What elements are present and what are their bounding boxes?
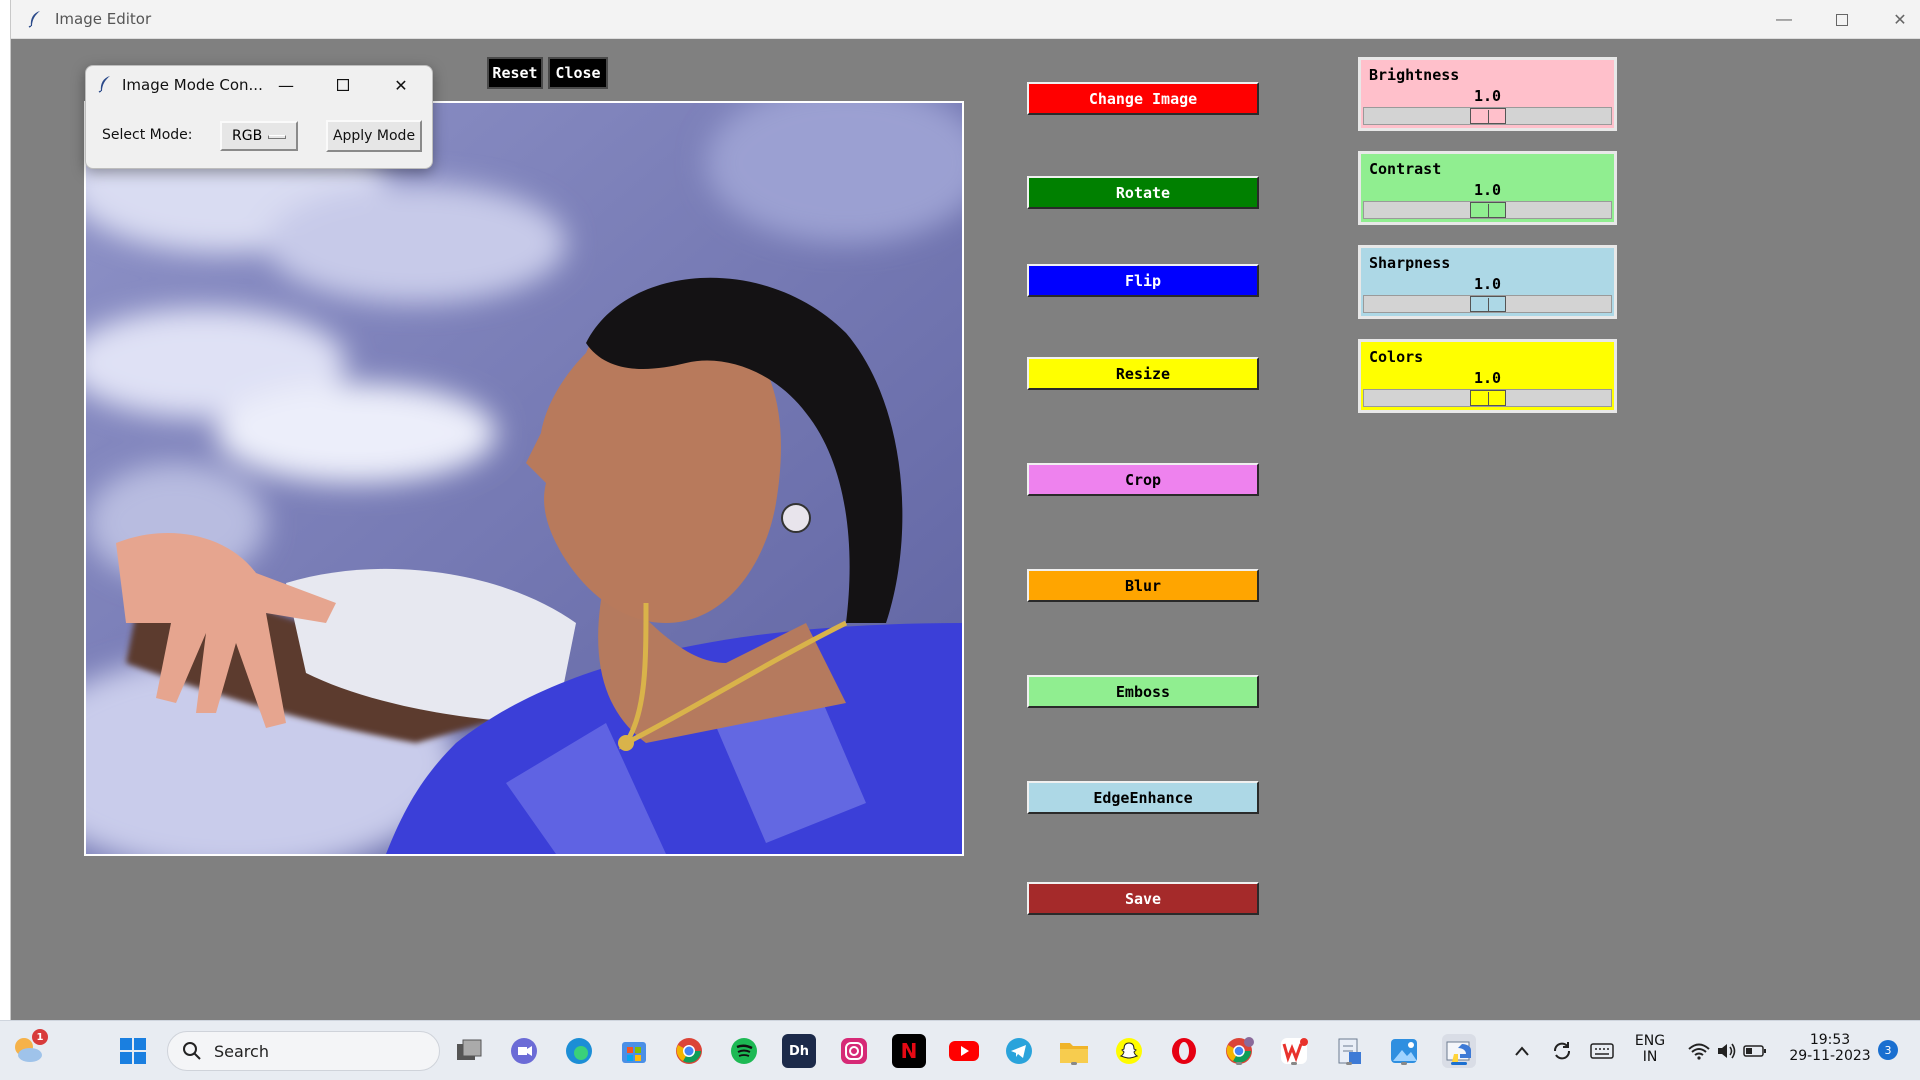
notification-badge[interactable]: 3 xyxy=(1878,1040,1898,1060)
task-view-icon[interactable] xyxy=(452,1034,486,1068)
chevron-up-icon[interactable] xyxy=(1505,1034,1539,1068)
running-indicator xyxy=(1346,1062,1352,1065)
select-mode-label: Select Mode: xyxy=(102,127,193,143)
image-canvas[interactable] xyxy=(84,101,964,856)
apply-mode-button[interactable]: Apply Mode xyxy=(326,120,422,152)
dialog-maximize-icon[interactable] xyxy=(320,70,366,100)
brightness-label: Brightness xyxy=(1369,66,1460,84)
brightness-slider-thumb[interactable] xyxy=(1470,108,1506,124)
brightness-panel: Brightness 1.0 xyxy=(1358,57,1617,131)
contrast-slider-thumb[interactable] xyxy=(1470,202,1506,218)
window-title: Image Editor xyxy=(55,10,152,28)
colors-slider-thumb[interactable] xyxy=(1470,390,1506,406)
contrast-label: Contrast xyxy=(1369,160,1442,178)
active-indicator xyxy=(1451,1062,1467,1065)
language-code: ENG xyxy=(1634,1033,1666,1049)
mode-select[interactable]: RGB xyxy=(220,121,298,151)
brightness-slider[interactable] xyxy=(1363,107,1612,125)
close-button[interactable]: Close xyxy=(548,57,608,89)
edge-icon[interactable] xyxy=(562,1034,596,1068)
rotate-button[interactable]: Rotate xyxy=(1027,176,1259,209)
edited-photo xyxy=(86,103,962,854)
deccan-herald-icon[interactable]: Dh xyxy=(782,1034,816,1068)
weather-icon[interactable]: 1 xyxy=(10,1029,48,1065)
weather-badge: 1 xyxy=(32,1029,48,1045)
keyboard-icon[interactable] xyxy=(1585,1034,1619,1068)
meet-icon[interactable] xyxy=(507,1034,541,1068)
sharpness-label: Sharpness xyxy=(1369,254,1451,272)
python-app-icon[interactable] xyxy=(1442,1034,1476,1068)
search-placeholder: Search xyxy=(214,1041,269,1061)
colors-slider[interactable] xyxy=(1363,389,1612,407)
file-explorer-icon[interactable] xyxy=(1057,1034,1091,1068)
dialog-title: Image Mode Con... xyxy=(122,76,263,94)
flip-button[interactable]: Flip xyxy=(1027,264,1259,297)
save-button[interactable]: Save xyxy=(1027,882,1259,915)
youtube-icon[interactable] xyxy=(947,1034,981,1068)
contrast-slider[interactable] xyxy=(1363,201,1612,219)
notepad-icon[interactable] xyxy=(1332,1034,1366,1068)
colors-label: Colors xyxy=(1369,348,1424,366)
clock[interactable]: 19:53 29-11-2023 xyxy=(1780,1032,1880,1064)
change-image-button[interactable]: Change Image xyxy=(1027,82,1259,115)
background-window-edge xyxy=(0,0,10,1020)
dialog-close-icon[interactable]: ✕ xyxy=(378,70,424,100)
netflix-icon[interactable]: N xyxy=(892,1034,926,1068)
running-indicator xyxy=(1291,1062,1297,1065)
telegram-icon[interactable] xyxy=(1002,1034,1036,1068)
search-icon xyxy=(183,1042,201,1060)
taskbar: 1 Search Dh N ENG IN 19:53 29-11-2023 3 xyxy=(0,1020,1920,1080)
dialog-minimize-icon[interactable]: — xyxy=(263,70,309,100)
edge-enhance-button[interactable]: EdgeEnhance xyxy=(1027,781,1259,814)
close-icon[interactable]: ✕ xyxy=(1871,0,1920,39)
image-mode-dialog: Image Mode Con... — ✕ Select Mode: RGB A… xyxy=(85,65,433,169)
image-editor-window: Image Editor — ✕ Reset Close Change Imag… xyxy=(10,0,1920,1020)
running-indicator xyxy=(1401,1062,1407,1065)
sharpness-slider-thumb[interactable] xyxy=(1470,296,1506,312)
wps-office-icon[interactable] xyxy=(1277,1034,1311,1068)
crop-button[interactable]: Crop xyxy=(1027,463,1259,496)
running-indicator xyxy=(1236,1062,1242,1065)
resize-button[interactable]: Resize xyxy=(1027,357,1259,390)
emboss-button[interactable]: Emboss xyxy=(1027,675,1259,708)
minimize-icon[interactable]: — xyxy=(1755,0,1813,39)
feather-icon xyxy=(25,9,45,29)
start-icon[interactable] xyxy=(116,1034,150,1068)
clock-time: 19:53 xyxy=(1809,1032,1851,1048)
instagram-icon[interactable] xyxy=(837,1034,871,1068)
snapchat-icon[interactable] xyxy=(1112,1034,1146,1068)
running-indicator xyxy=(1071,1062,1077,1065)
input-language[interactable]: ENG IN xyxy=(1625,1033,1675,1065)
photos-icon[interactable] xyxy=(1387,1034,1421,1068)
chrome-icon[interactable] xyxy=(672,1034,706,1068)
mode-select-value: RGB xyxy=(232,128,263,144)
feather-icon xyxy=(98,75,116,95)
sharpness-value: 1.0 xyxy=(1473,275,1502,293)
sharpness-slider[interactable] xyxy=(1363,295,1612,313)
chrome-profile-icon[interactable] xyxy=(1222,1034,1256,1068)
store-icon[interactable] xyxy=(617,1034,651,1068)
contrast-value: 1.0 xyxy=(1473,181,1502,199)
sync-icon[interactable] xyxy=(1545,1034,1579,1068)
colors-value: 1.0 xyxy=(1473,369,1502,387)
sharpness-panel: Sharpness 1.0 xyxy=(1358,245,1617,319)
blur-button[interactable]: Blur xyxy=(1027,569,1259,602)
reset-button[interactable]: Reset xyxy=(487,57,543,89)
region-code: IN xyxy=(1642,1049,1658,1065)
taskbar-search[interactable]: Search xyxy=(167,1031,440,1071)
contrast-panel: Contrast 1.0 xyxy=(1358,151,1617,225)
spotify-icon[interactable] xyxy=(727,1034,761,1068)
clock-date: 29-11-2023 xyxy=(1789,1048,1871,1064)
maximize-icon[interactable] xyxy=(1813,0,1871,39)
opera-icon[interactable] xyxy=(1167,1034,1201,1068)
brightness-value: 1.0 xyxy=(1473,87,1502,105)
option-menu-indicator-icon xyxy=(268,135,286,139)
battery-icon[interactable] xyxy=(1738,1034,1772,1068)
title-bar[interactable]: Image Editor — ✕ xyxy=(11,0,1920,39)
colors-panel: Colors 1.0 xyxy=(1358,339,1617,413)
